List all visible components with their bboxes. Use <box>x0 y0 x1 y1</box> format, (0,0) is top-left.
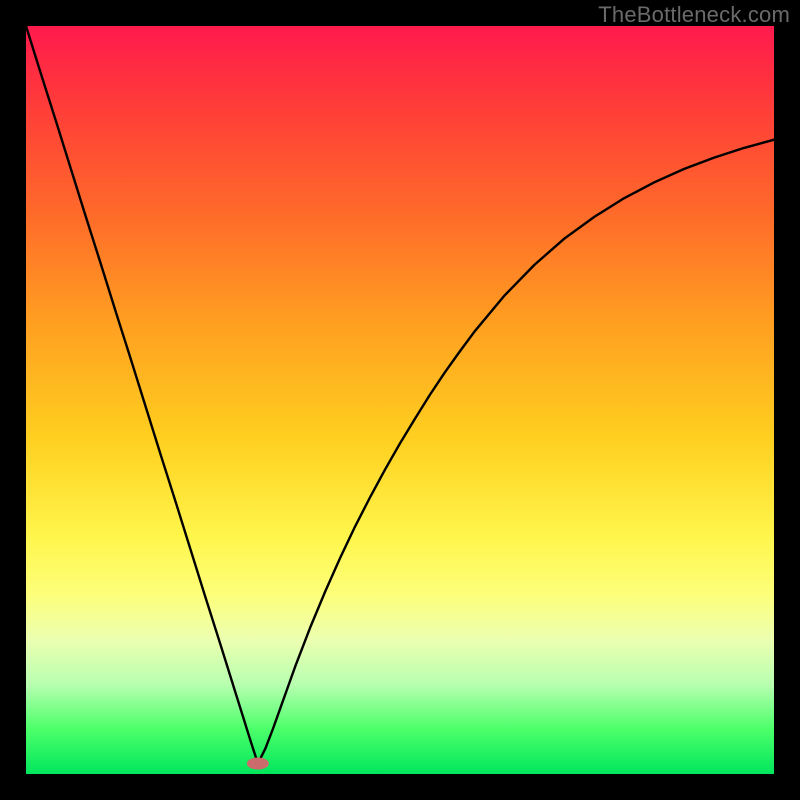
watermark-label: TheBottleneck.com <box>598 2 790 28</box>
chart-frame: TheBottleneck.com <box>0 0 800 800</box>
chart-plot-area <box>26 26 774 774</box>
minimum-marker <box>247 758 269 770</box>
chart-svg <box>26 26 774 774</box>
curve-left-branch <box>26 26 258 764</box>
curve-right-branch <box>258 140 774 764</box>
